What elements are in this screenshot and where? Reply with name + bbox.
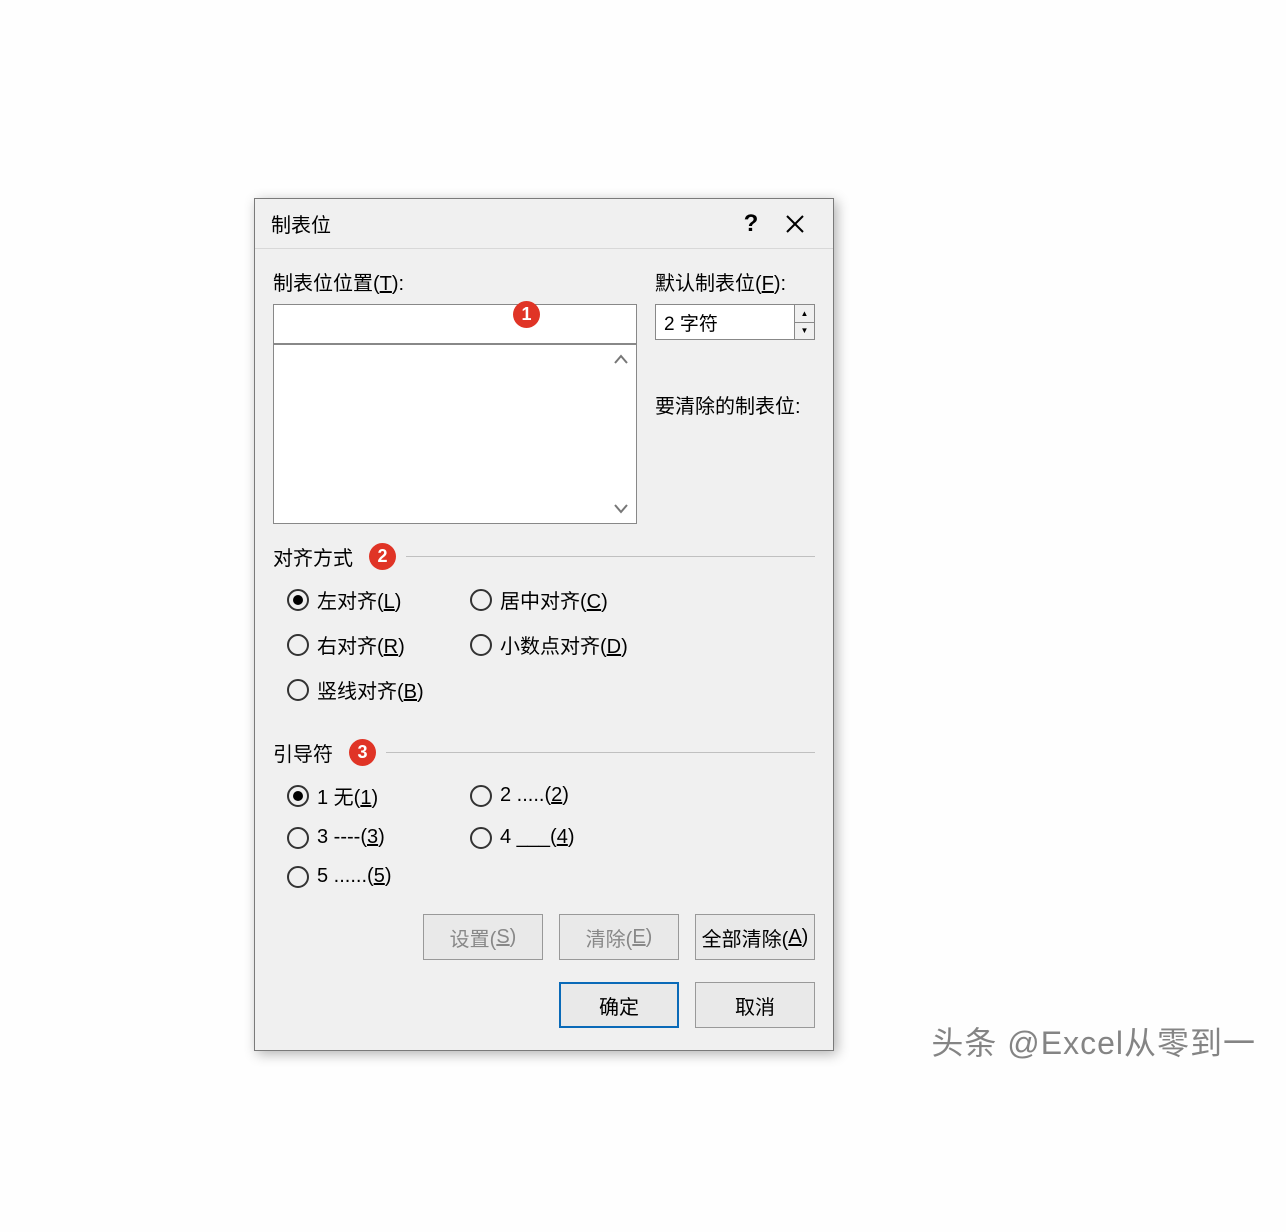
alignment-radios: 左对齐(L) 居中对齐(C) 右对齐(R) 小数点对齐(D) 竖线对齐(B) (273, 585, 815, 720)
leader-option-3[interactable]: 4 ___(4) (470, 826, 653, 849)
annotation-marker-1: 1 (513, 301, 540, 328)
close-button[interactable] (773, 204, 817, 244)
leader-radios: 1 无(1) 2 .....(2) 3 ----(3) 4 ___(4) 5 .....… (273, 781, 815, 904)
leader-option-4[interactable]: 5 ......(5) (287, 865, 470, 888)
default-tab-value[interactable]: 2 字符 (656, 305, 794, 339)
alignment-section-title: 对齐方式 (273, 542, 353, 571)
clear-all-button[interactable]: 全部清除(A) (695, 914, 815, 960)
leader-section-title: 引导符 (273, 738, 333, 767)
radio-icon (287, 785, 309, 807)
alignment-option-2[interactable]: 右对齐(R) (287, 630, 470, 659)
scroll-up-icon[interactable] (612, 351, 630, 369)
default-tab-label: 默认制表位(F): (655, 267, 815, 296)
radio-label: 竖线对齐(B) (317, 675, 424, 704)
alignment-option-3[interactable]: 小数点对齐(D) (470, 630, 653, 659)
annotation-marker-2: 2 (369, 543, 396, 570)
tab-position-label: 制表位位置(T): (273, 267, 637, 296)
radio-label: 右对齐(R) (317, 630, 405, 659)
radio-label: 2 .....(2) (500, 784, 569, 807)
spinner-up-button[interactable]: ▲ (795, 305, 814, 323)
radio-icon (287, 827, 309, 849)
cancel-button[interactable]: 取消 (695, 982, 815, 1028)
spinner-down-button[interactable]: ▼ (795, 323, 814, 340)
radio-icon (287, 679, 309, 701)
radio-label: 小数点对齐(D) (500, 630, 628, 659)
radio-icon (470, 589, 492, 611)
radio-icon (287, 866, 309, 888)
radio-icon (287, 634, 309, 656)
tabs-to-clear-label: 要清除的制表位: (655, 390, 815, 419)
alignment-option-4[interactable]: 竖线对齐(B) (287, 675, 470, 704)
radio-icon (470, 785, 492, 807)
section-divider (406, 556, 815, 557)
watermark-text: 头条 @Excel从零到一 (931, 1018, 1256, 1064)
radio-label: 5 ......(5) (317, 865, 391, 888)
set-button[interactable]: 设置(S) (423, 914, 543, 960)
scroll-down-icon[interactable] (612, 499, 630, 517)
dialog-content: 制表位位置(T): 1 默认制表位(F): 2 字符 ▲ (255, 249, 833, 1050)
default-tab-spinner[interactable]: 2 字符 ▲ ▼ (655, 304, 815, 340)
alignment-option-1[interactable]: 居中对齐(C) (470, 585, 653, 614)
alignment-option-0[interactable]: 左对齐(L) (287, 585, 470, 614)
section-divider (386, 752, 815, 753)
radio-label: 1 无(1) (317, 781, 378, 810)
dialog-title: 制表位 (271, 209, 729, 238)
radio-label: 居中对齐(C) (500, 585, 608, 614)
ok-button[interactable]: 确定 (559, 982, 679, 1028)
radio-icon (287, 589, 309, 611)
titlebar[interactable]: 制表位 ? (255, 199, 833, 249)
radio-label: 4 ___(4) (500, 826, 575, 849)
tab-position-listbox[interactable] (273, 344, 637, 524)
radio-label: 左对齐(L) (317, 585, 401, 614)
annotation-marker-3: 3 (349, 739, 376, 766)
radio-icon (470, 634, 492, 656)
radio-label: 3 ----(3) (317, 826, 385, 849)
radio-icon (470, 827, 492, 849)
leader-option-0[interactable]: 1 无(1) (287, 781, 470, 810)
tab-position-input[interactable] (273, 304, 637, 344)
clear-button[interactable]: 清除(E) (559, 914, 679, 960)
leader-option-1[interactable]: 2 .....(2) (470, 781, 653, 810)
tab-stops-dialog: 制表位 ? 制表位位置(T): 1 默认 (254, 198, 834, 1051)
leader-option-2[interactable]: 3 ----(3) (287, 826, 470, 849)
close-icon (786, 215, 804, 233)
help-button[interactable]: ? (729, 204, 773, 244)
